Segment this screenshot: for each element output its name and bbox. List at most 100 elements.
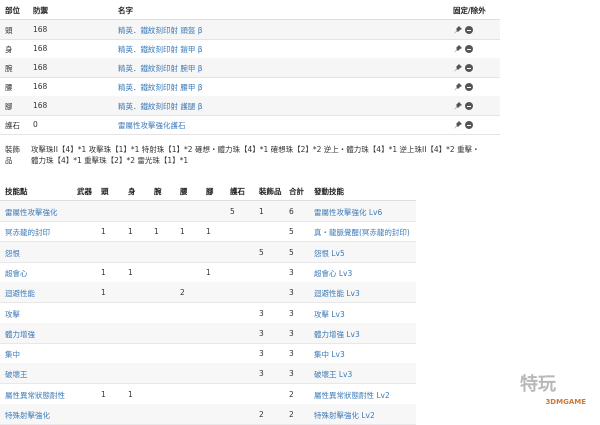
col-arms: 腕 — [154, 187, 162, 196]
col-head: 頭 — [101, 187, 109, 196]
equipment-name-link[interactable]: 雷屬性攻擊強化護石 — [118, 120, 186, 131]
equipment-actions — [453, 120, 473, 130]
equipment-part: 頭 — [5, 26, 13, 35]
col-waist: 腰 — [180, 187, 188, 196]
equipment-actions — [453, 44, 473, 54]
equipment-part: 護石 — [5, 121, 20, 130]
remove-icon[interactable] — [465, 26, 473, 34]
skill-deco: 5 — [259, 247, 264, 257]
skill-arms: 1 — [154, 227, 159, 237]
skill-waist: 2 — [180, 288, 185, 298]
skill-row: 迴避性能 1 2 3 迴避性能 Lv3 — [0, 282, 416, 304]
equipment-name-link[interactable]: 精英．鐵紋刻印射 腰甲 β — [118, 82, 203, 93]
watermark-sub-text: 3DMGAME — [545, 398, 586, 406]
col-legs: 腳 — [206, 187, 214, 196]
col-total: 合計 — [289, 187, 304, 196]
active-skill-link[interactable]: 集中 Lv3 — [314, 349, 345, 360]
remove-icon[interactable] — [465, 64, 473, 72]
col-skill-name: 技能點 — [5, 187, 28, 196]
equipment-defense: 168 — [33, 82, 48, 91]
skill-deco: 2 — [259, 410, 264, 419]
equipment-name-link[interactable]: 精英．鐵紋刻印射 腕甲 β — [118, 63, 203, 74]
equipment-part: 腕 — [5, 64, 13, 73]
equipment-part: 腰 — [5, 83, 13, 92]
pin-icon[interactable] — [453, 44, 463, 54]
remove-icon[interactable] — [465, 121, 473, 129]
pin-icon[interactable] — [453, 63, 463, 73]
col-actions: 固定/除外 — [453, 6, 486, 15]
active-skill-link[interactable]: 怨恨 Lv5 — [314, 248, 345, 259]
active-skill-link[interactable]: 迴避性能 Lv3 — [314, 288, 360, 299]
active-skill-link[interactable]: 雷屬性攻擊強化 Lv6 — [314, 207, 382, 218]
remove-icon[interactable] — [465, 83, 473, 91]
remove-icon[interactable] — [465, 102, 473, 110]
active-skill-link[interactable]: 破壞王 Lv3 — [314, 369, 352, 380]
skill-total: 2 — [289, 410, 294, 419]
equipment-row: 腳 168 精英．鐵紋刻印射 護腿 β — [0, 96, 500, 116]
equipment-defense: 0 — [33, 120, 38, 129]
pin-icon[interactable] — [453, 101, 463, 111]
skill-name-link[interactable]: 攻擊 — [5, 309, 20, 320]
skill-total: 5 — [289, 227, 294, 237]
skill-total: 3 — [289, 308, 294, 318]
active-skill-link[interactable]: 真・龍脈覺醒(冥赤龍的封印) — [314, 227, 410, 238]
equipment-defense: 168 — [33, 44, 48, 53]
equipment-row: 頭 168 精英．鐵紋刻印射 頭盔 β — [0, 20, 500, 40]
skill-waist: 1 — [180, 227, 185, 237]
equipment-header-row: 部位 防禦 名字 固定/除外 — [0, 0, 500, 21]
watermark-main-text: 特玩 — [520, 374, 556, 395]
skill-row: 特殊射擊強化 2 2 特殊射擊強化 Lv2 — [0, 404, 416, 425]
equipment-row: 護石 0 雷屬性攻擊強化護石 — [0, 115, 500, 135]
equipment-part: 腳 — [5, 102, 13, 111]
decorations-label: 裝飾品 — [5, 145, 20, 165]
equipment-defense: 168 — [33, 63, 48, 72]
pin-icon[interactable] — [453, 25, 463, 35]
active-skill-link[interactable]: 特殊射擊強化 Lv2 — [314, 410, 375, 421]
active-skill-link[interactable]: 超會心 Lv3 — [314, 268, 352, 279]
skill-row: 雷屬性攻擊強化 5 1 6 雷屬性攻擊強化 Lv6 — [0, 201, 416, 222]
skill-name-link[interactable]: 特殊射擊強化 — [5, 410, 50, 421]
skill-row: 怨恨 5 5 怨恨 Lv5 — [0, 241, 416, 263]
equipment-defense: 168 — [33, 101, 48, 110]
skill-deco: 3 — [259, 349, 264, 359]
skill-deco: 3 — [259, 308, 264, 318]
skill-legs: 1 — [206, 227, 211, 237]
active-skill-link[interactable]: 體力增強 Lv3 — [314, 329, 360, 340]
equipment-row: 腕 168 精英．鐵紋刻印射 腕甲 β — [0, 58, 500, 78]
skill-name-link[interactable]: 雷屬性攻擊強化 — [5, 207, 58, 218]
skill-name-link[interactable]: 體力增強 — [5, 329, 35, 340]
equipment-name-link[interactable]: 精英．鐵紋刻印射 頭盔 β — [118, 25, 203, 36]
remove-icon[interactable] — [465, 45, 473, 53]
skill-name-link[interactable]: 冥赤龍的封印 — [5, 227, 50, 238]
equipment-part: 身 — [5, 45, 13, 54]
col-part: 部位 — [5, 6, 20, 15]
skill-total: 3 — [289, 349, 294, 359]
pin-icon[interactable] — [453, 120, 463, 130]
equipment-name-link[interactable]: 精英．鐵紋刻印射 鎧甲 β — [118, 44, 203, 55]
equipment-name-link[interactable]: 精英．鐵紋刻印射 護腿 β — [118, 101, 203, 112]
equipment-row: 腰 168 精英．鐵紋刻印射 腰甲 β — [0, 77, 500, 97]
skill-deco: 3 — [259, 369, 264, 379]
skill-name-link[interactable]: 超會心 — [5, 268, 28, 279]
decorations-summary: 裝飾品 攻擊珠II【4】*1 攻擊珠【1】*1 特射珠【1】*2 確想・體力珠【… — [5, 144, 485, 166]
active-skill-link[interactable]: 屬性異常狀態耐性 Lv2 — [314, 390, 390, 401]
skill-body: 1 — [128, 267, 133, 277]
skill-name-link[interactable]: 屬性異常狀態耐性 — [5, 390, 65, 401]
skill-deco: 3 — [259, 328, 264, 338]
equipment-defense: 168 — [33, 25, 48, 34]
site-watermark-logo: 特玩 3DMGAME — [492, 370, 594, 414]
skill-total: 2 — [289, 389, 294, 399]
equipment-actions — [453, 82, 473, 92]
skill-name-link[interactable]: 破壞王 — [5, 369, 28, 380]
skill-head: 1 — [101, 267, 106, 277]
col-weapon: 武器 — [77, 187, 92, 196]
col-charm: 護石 — [230, 187, 245, 196]
active-skill-link[interactable]: 攻擊 Lv3 — [314, 309, 345, 320]
col-name: 名字 — [118, 6, 133, 15]
skill-name-link[interactable]: 迴避性能 — [5, 288, 35, 299]
skill-deco: 1 — [259, 207, 264, 216]
skill-body: 1 — [128, 227, 133, 237]
pin-icon[interactable] — [453, 82, 463, 92]
skill-name-link[interactable]: 集中 — [5, 349, 20, 360]
skill-name-link[interactable]: 怨恨 — [5, 248, 20, 259]
